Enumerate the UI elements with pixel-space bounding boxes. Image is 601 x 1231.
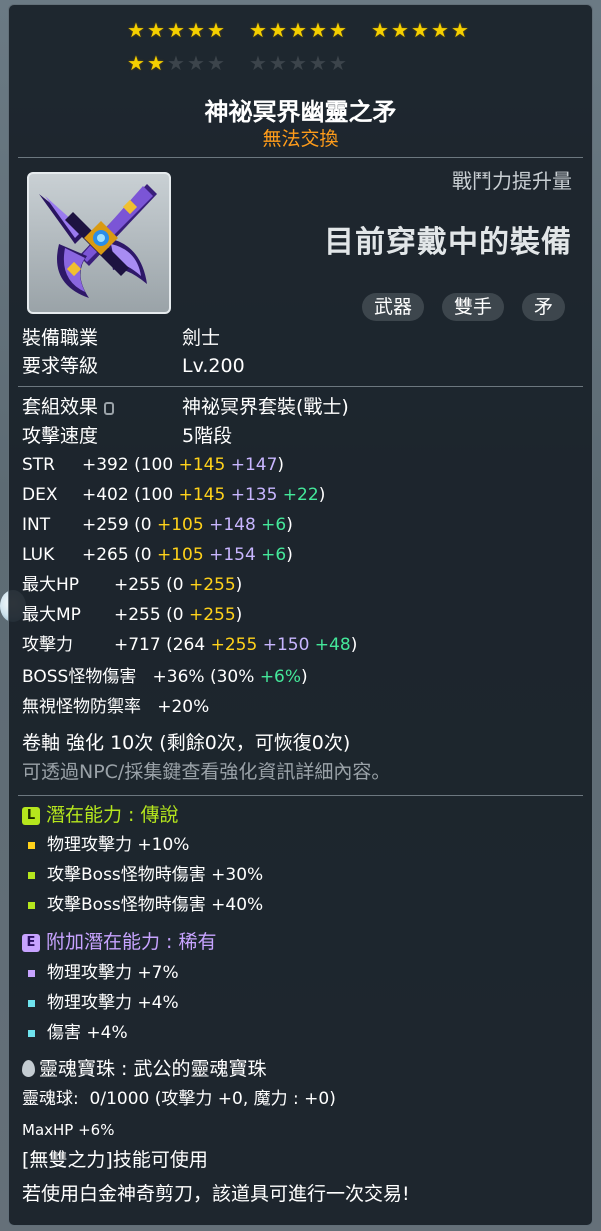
tag-two-handed: 雙手 <box>442 293 505 321</box>
star-icon: ★ <box>207 51 225 75</box>
spear-icon <box>39 184 157 298</box>
bonus-potential-title: E 附加潛在能力 : 稀有 <box>22 929 216 955</box>
star-row-2: ★★★★★ ★★★★★ ★★★★★ <box>0 52 601 74</box>
current-equipped-label: 目前穿戴中的裝備 <box>324 225 572 260</box>
stat-line: DEX +402 (100 +145 +135 +22) <box>22 485 326 505</box>
trade-restriction: 無法交換 <box>262 128 339 150</box>
star-icon: ★ <box>451 18 469 42</box>
soul-title: 靈魂寶珠 : 武公的靈魂寶珠 <box>22 1056 266 1082</box>
star-icon: ★ <box>187 18 205 42</box>
bonus-potential-line-1: 物理攻擊力 +7% <box>28 961 179 985</box>
potential-line-2: 攻擊Boss怪物時傷害 +30% <box>28 863 263 887</box>
star-icon: ★ <box>269 51 287 75</box>
job-value: 劍士 <box>182 327 221 349</box>
star-row-1: ★ ★ ★ ★ ★ ★ ★ ★ ★ ★ ★ ★ ★ ★ ★ <box>0 19 601 41</box>
star-icon: ★ <box>289 18 307 42</box>
level-label: 要求等級 <box>22 355 99 377</box>
star-icon: ★ <box>167 51 185 75</box>
divider <box>18 157 583 158</box>
potential-title: L 潛在能力 : 傳說 <box>22 802 178 828</box>
attack-speed-value: 5階段 <box>182 425 233 447</box>
star-icon: ★ <box>207 18 225 42</box>
stat-line: INT +259 (0 +105 +148 +6) <box>22 515 293 535</box>
star-icon: ★ <box>329 51 347 75</box>
tag-spear: 矛 <box>522 293 566 321</box>
star-icon: ★ <box>167 18 185 42</box>
star-icon: ★ <box>249 18 267 42</box>
star-icon: ★ <box>371 18 389 42</box>
item-icon-frame <box>27 172 171 314</box>
stat-line: STR +392 (100 +145 +147) <box>22 455 285 475</box>
star-icon: ★ <box>431 18 449 42</box>
epic-badge-icon: E <box>22 934 40 952</box>
star-icon: ★ <box>147 18 165 42</box>
star-icon: ★ <box>269 18 287 42</box>
soul-gauge-line: 靈魂球: 0/1000 (攻擊力 +0, 魔力 : +0) <box>22 1089 336 1109</box>
star-icon: ★ <box>329 18 347 42</box>
level-value: Lv.200 <box>182 355 245 377</box>
star-icon: ★ <box>411 18 429 42</box>
bonus-potential-line-2: 物理攻擊力 +4% <box>28 991 179 1015</box>
star-icon: ★ <box>187 51 205 75</box>
set-effect-label: 套組效果 <box>22 394 115 420</box>
star-icon: ★ <box>391 18 409 42</box>
combat-power-label: 戰鬥力提升量 <box>452 169 572 193</box>
item-name: 神祕冥界幽靈之矛 <box>204 98 397 126</box>
soul-maxhp-line: MaxHP +6% <box>22 1121 115 1139</box>
scroll-upgrade-line: 卷軸 強化 10次 (剩餘0次，可恢復0次) <box>22 732 351 754</box>
divider <box>18 386 583 387</box>
stat-line: 攻擊力 +717 (264 +255 +150 +48) <box>22 635 358 655</box>
star-icon: ★ <box>127 18 145 42</box>
star-icon: ★ <box>147 51 165 75</box>
bonus-potential-line-3: 傷害 +4% <box>28 1021 128 1045</box>
stat-line: LUK +265 (0 +105 +154 +6) <box>22 545 293 565</box>
star-icon: ★ <box>289 51 307 75</box>
soul-skill-line: [無雙之力]技能可使用 <box>22 1149 208 1171</box>
legendary-badge-icon: L <box>22 807 40 825</box>
potential-line-1: 物理攻擊力 +10% <box>28 833 189 857</box>
job-label: 裝備職業 <box>22 327 99 349</box>
attack-speed-label: 攻擊速度 <box>22 425 99 447</box>
star-icon: ★ <box>309 51 327 75</box>
star-icon: ★ <box>249 51 267 75</box>
potential-line-3: 攻擊Boss怪物時傷害 +40% <box>28 893 263 917</box>
set-effect-value: 神祕冥界套裝(戰士) <box>182 396 349 418</box>
boss-damage-line: BOSS怪物傷害 +36% (30% +6%) <box>22 667 308 687</box>
ignore-def-line: 無視怪物防禦率 +20% <box>22 697 210 717</box>
stat-line: 最大HP +255 (0 +255) <box>22 575 243 595</box>
tag-weapon: 武器 <box>362 293 425 321</box>
star-icon: ★ <box>127 51 145 75</box>
scroll-hint: 可透過NPC/採集鍵查看強化資訊詳細內容。 <box>22 761 391 783</box>
divider <box>18 795 583 796</box>
soul-flame-icon <box>22 1060 35 1077</box>
karma-scissors-note: 若使用白金神奇剪刀，該道具可進行一次交易! <box>22 1183 410 1205</box>
lock-icon <box>104 402 115 415</box>
star-icon: ★ <box>309 18 327 42</box>
stat-line: 最大MP +255 (0 +255) <box>22 605 243 625</box>
